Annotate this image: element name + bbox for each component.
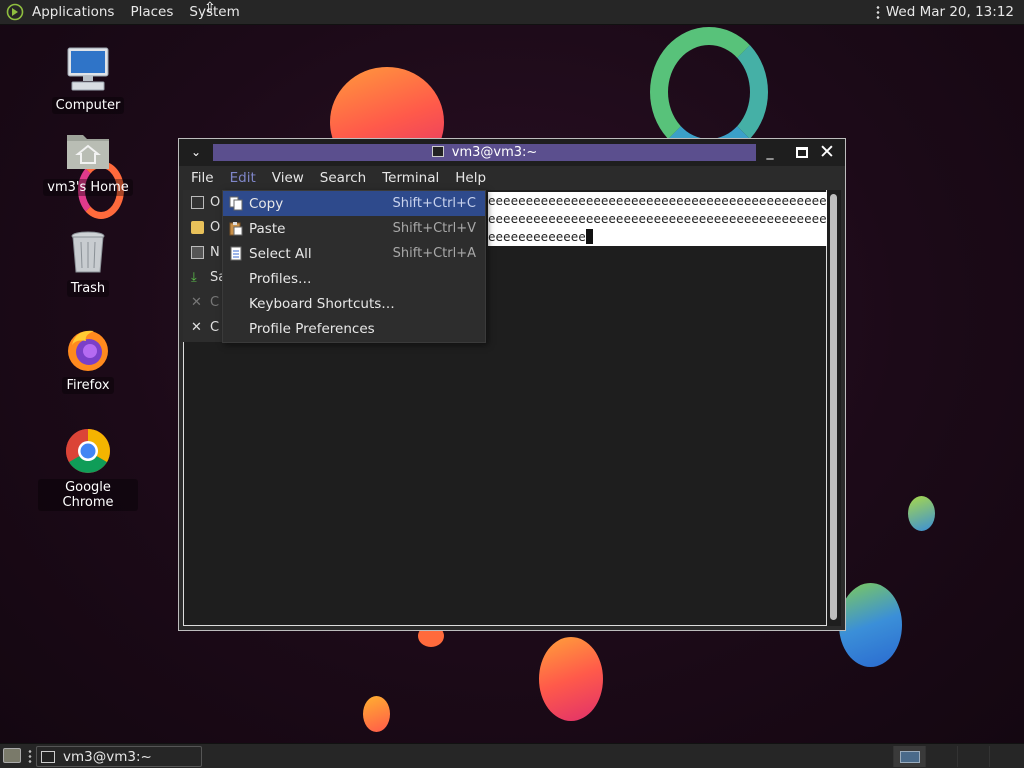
menu-item-keyboard-shortcuts[interactable]: Keyboard Shortcuts… (223, 291, 485, 316)
terminal-line: eeeeeeeeeeeee (488, 229, 586, 244)
terminal-line: eeeeeeeeeeeeeeeeeeeeeeeeeeeeeeeeeeeeeeee… (488, 193, 828, 208)
file-menu-item-label: C (210, 295, 220, 310)
top-panel: Applications Places System ⇧ Wed Mar 20,… (0, 0, 1024, 25)
terminal-tab-icon (191, 196, 204, 209)
workspace-4[interactable] (989, 746, 1021, 767)
window-titlebar[interactable]: ⌄ vm3@vm3:~ _ ✕ (179, 139, 845, 166)
workspace-1[interactable] (893, 746, 925, 767)
close-icon: ✕ (191, 295, 202, 310)
terminal-line: eeeeeeeeeeeeeeeeeeeeeeeeeeeeeeeeeeeeeeee… (488, 211, 828, 226)
panel-handle-icon (875, 5, 880, 19)
terminal-app-icon (41, 750, 55, 763)
copy-icon (229, 196, 243, 211)
menu-item-label: Paste (249, 220, 286, 237)
file-menu-item-label: O (210, 220, 221, 235)
maximize-icon[interactable] (793, 143, 811, 161)
menu-item-label: Copy (249, 195, 284, 212)
bottom-panel: vm3@vm3:~ (0, 743, 1024, 768)
title-area[interactable]: vm3@vm3:~ (213, 144, 756, 161)
green-blue-blob-large (839, 583, 902, 667)
paste-icon (229, 221, 243, 236)
clock[interactable]: Wed Mar 20, 13:12 (886, 4, 1014, 20)
trash-icon (64, 228, 112, 276)
terminal-scrollbar[interactable] (827, 190, 841, 626)
panel-handle-icon (28, 749, 32, 763)
desktop-icon-label: Firefox (62, 377, 114, 394)
save-download-icon: ⤓ (191, 270, 197, 285)
edit-menu-dropdown: Copy Shift+Ctrl+C Paste Shift+Ctrl+V Sel… (222, 190, 486, 343)
desktop-icon-trash[interactable]: Trash (38, 228, 138, 297)
home-folder-icon (64, 127, 112, 175)
distro-logo-icon[interactable] (6, 3, 24, 21)
terminal-cursor (585, 229, 593, 244)
applications-menu[interactable]: Applications (24, 0, 122, 25)
desktop-icon-home[interactable]: vm3's Home (38, 127, 138, 196)
computer-icon (64, 45, 112, 93)
menu-item-label: Profile Preferences (249, 320, 375, 337)
tiny-orange-blob (363, 696, 390, 732)
menu-item-shortcut: Shift+Ctrl+A (392, 246, 476, 261)
taskbar-terminal-button[interactable]: vm3@vm3:~ (36, 746, 202, 767)
terminal-title-icon (431, 146, 444, 157)
new-window-icon (191, 246, 204, 259)
menu-item-copy[interactable]: Copy Shift+Ctrl+C (223, 191, 485, 216)
workspace-2[interactable] (925, 746, 957, 767)
window-title: vm3@vm3:~ (451, 145, 538, 160)
menu-item-paste[interactable]: Paste Shift+Ctrl+V (223, 216, 485, 241)
menu-item-shortcut: Shift+Ctrl+V (392, 221, 476, 236)
desktop-icon-label: Trash (66, 280, 110, 297)
close-icon: ✕ (191, 320, 202, 335)
window-menu-chevron-icon[interactable]: ⌄ (187, 143, 205, 161)
menu-item-label: Profiles… (249, 270, 312, 287)
file-menu-item-label: N (210, 245, 220, 260)
places-menu[interactable]: Places (122, 0, 181, 25)
scrollbar-thumb[interactable] (830, 194, 837, 620)
workspace-switcher (893, 746, 1023, 767)
menu-item-shortcut: Shift+Ctrl+C (392, 196, 476, 211)
workspace-3[interactable] (957, 746, 989, 767)
folder-icon (191, 221, 204, 234)
firefox-icon (64, 325, 112, 373)
menu-item-label: Select All (249, 245, 312, 262)
menu-help[interactable]: Help (447, 166, 494, 190)
mouse-pointer-icon: ⇧ (204, 0, 216, 16)
menu-edit[interactable]: Edit (222, 166, 264, 190)
menu-item-profile-preferences[interactable]: Profile Preferences (223, 316, 485, 341)
menu-item-profiles[interactable]: Profiles… (223, 266, 485, 291)
file-menu-item-label: C (210, 320, 220, 335)
chrome-icon (64, 427, 112, 475)
menu-search[interactable]: Search (312, 166, 374, 190)
orange-blob-bottom (539, 637, 603, 721)
menu-file[interactable]: File (183, 166, 222, 190)
terminal-menubar: File Edit View Search Terminal Help (183, 166, 841, 190)
selected-text-block: eeeeeeeeeeeeeeeeeeeeeeeeeeeeeeeeeeeeeeee… (488, 192, 828, 246)
select-all-icon (229, 246, 243, 261)
minimize-icon[interactable]: _ (761, 143, 779, 161)
file-menu-item-label: O (210, 195, 221, 210)
taskbar-button-label: vm3@vm3:~ (63, 748, 152, 765)
menu-item-label: Keyboard Shortcuts… (249, 295, 395, 312)
workspace-window-thumbnail (900, 751, 920, 763)
menu-item-select-all[interactable]: Select All Shift+Ctrl+A (223, 241, 485, 266)
desktop-icon-chrome[interactable]: Google Chrome (38, 427, 138, 511)
menu-terminal[interactable]: Terminal (374, 166, 447, 190)
close-icon[interactable]: ✕ (818, 143, 836, 162)
desktop-icon-computer[interactable]: Computer (38, 45, 138, 114)
desktop-icon-label: Computer (51, 97, 125, 114)
show-desktop-icon[interactable] (3, 748, 21, 763)
desktop-icon-label: vm3's Home (43, 179, 133, 196)
desktop-icon-label: Google Chrome (38, 479, 138, 511)
green-blue-blob-right (908, 496, 935, 531)
desktop-icon-firefox[interactable]: Firefox (38, 325, 138, 394)
menu-view[interactable]: View (264, 166, 312, 190)
